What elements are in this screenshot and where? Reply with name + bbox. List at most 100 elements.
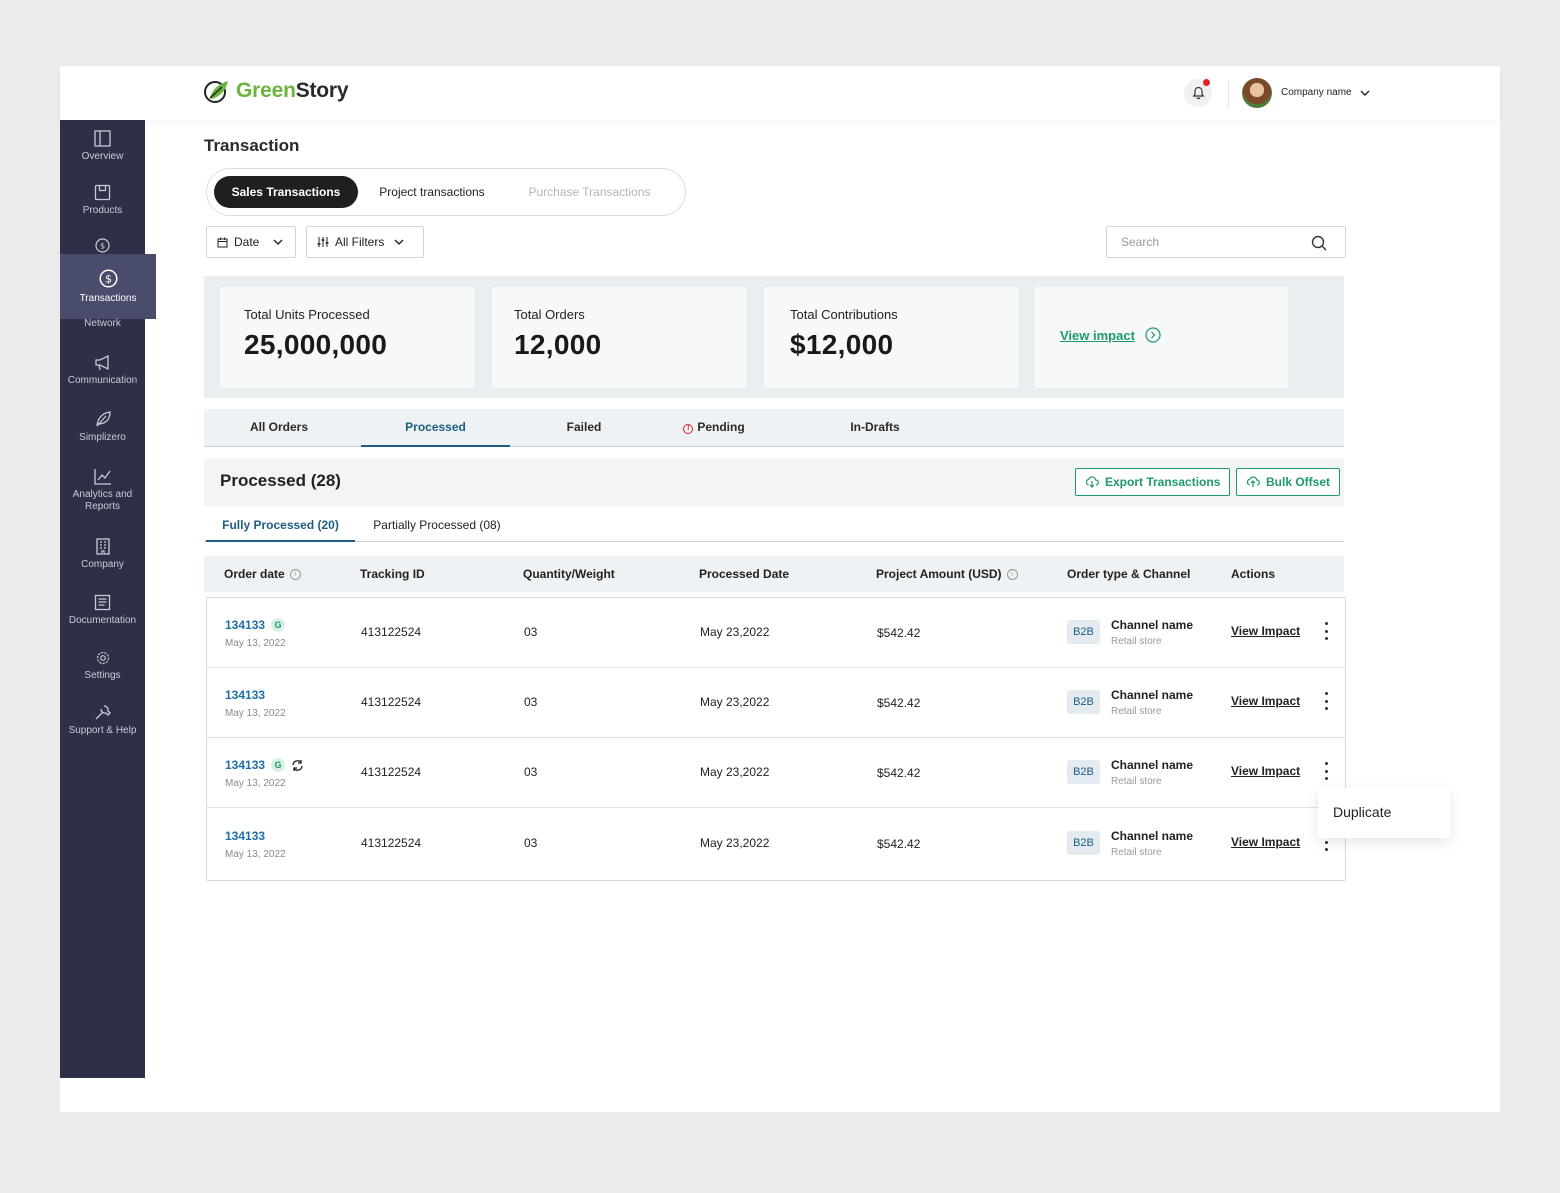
sidebar-item-documentation[interactable]: Documentation bbox=[60, 594, 145, 627]
sidebar-item-analytics[interactable]: Analytics and Reports bbox=[60, 468, 145, 513]
channel-name: Channel name bbox=[1111, 618, 1194, 632]
col-actions: Actions bbox=[1231, 567, 1276, 581]
stat-value: 25,000,000 bbox=[244, 329, 388, 360]
avatar[interactable] bbox=[1242, 78, 1272, 108]
quantity: 03 bbox=[524, 836, 538, 850]
view-impact-link[interactable]: View impact bbox=[1060, 327, 1161, 343]
sidebar-item-products[interactable]: Products bbox=[60, 184, 145, 217]
building-icon bbox=[95, 538, 110, 555]
brand-name-dark: Story bbox=[295, 79, 349, 102]
segment-purchase-transactions[interactable]: Purchase Transactions bbox=[517, 176, 662, 208]
processed-date: May 23,2022 bbox=[700, 836, 770, 850]
date-filter-label: Date bbox=[234, 235, 260, 249]
table-row[interactable]: 134133 May 13, 2022 413122524 03 May 23,… bbox=[207, 668, 1345, 738]
col-order-date[interactable]: Order date i bbox=[224, 556, 301, 592]
processed-subtabs: Fully Processed (20) Partially Processed… bbox=[204, 510, 1344, 542]
quantity: 03 bbox=[524, 625, 538, 639]
channel-name: Channel name bbox=[1111, 688, 1194, 702]
leaf-icon bbox=[95, 411, 111, 427]
view-impact-link[interactable]: View Impact bbox=[1231, 835, 1300, 849]
tab-failed[interactable]: Failed bbox=[510, 409, 658, 447]
sidebar-item-network[interactable]: Network bbox=[60, 318, 145, 330]
table-row[interactable]: 134133 G May 13, 2022 413122524 03 May 23… bbox=[207, 738, 1345, 808]
order-id-link[interactable]: 134133 bbox=[225, 829, 265, 843]
export-label: Export Transactions bbox=[1105, 475, 1221, 489]
sidebar-item-label: Analytics and Reports bbox=[72, 489, 133, 512]
g-badge: G bbox=[271, 758, 286, 772]
view-impact-link[interactable]: View Impact bbox=[1231, 694, 1300, 708]
info-icon[interactable]: i bbox=[289, 568, 301, 580]
tab-all-orders[interactable]: All Orders bbox=[204, 409, 354, 447]
export-transactions-button[interactable]: Export Transactions bbox=[1075, 468, 1231, 496]
sidebar-item-settings[interactable]: Settings bbox=[60, 650, 145, 682]
view-impact-link[interactable]: View Impact bbox=[1231, 624, 1300, 638]
segment-sales-transactions[interactable]: Sales Transactions bbox=[214, 176, 358, 208]
search-box bbox=[1106, 226, 1346, 258]
sidebar-item-label: Overview bbox=[81, 151, 124, 162]
view-impact-link[interactable]: View Impact bbox=[1231, 764, 1300, 778]
upload-cloud-icon bbox=[1246, 476, 1260, 487]
segment-project-transactions[interactable]: Project transactions bbox=[372, 176, 492, 208]
order-type-badge: B2B bbox=[1067, 690, 1100, 714]
search-input[interactable] bbox=[1121, 235, 1301, 249]
tab-processed[interactable]: Processed bbox=[361, 409, 510, 447]
sidebar-item-overview[interactable]: Overview bbox=[60, 130, 145, 163]
all-filters-button[interactable]: All Filters bbox=[306, 226, 424, 258]
table-row[interactable]: 134133 May 13, 2022 413122524 03 May 23,… bbox=[207, 809, 1345, 879]
table-header: Order date i Tracking ID Quantity/Weight … bbox=[204, 556, 1344, 592]
stat-label: Total Orders bbox=[514, 307, 585, 322]
notifications-button[interactable] bbox=[1184, 79, 1212, 107]
col-quantity[interactable]: Quantity/Weight bbox=[523, 556, 615, 592]
sidebar-item-company[interactable]: Company bbox=[60, 538, 145, 571]
section-header: Processed (28) Export Transactions Bulk … bbox=[204, 458, 1344, 506]
tab-pending[interactable]: ! Pending bbox=[658, 409, 770, 447]
col-order-type[interactable]: Order type & Channel bbox=[1067, 556, 1190, 592]
project-amount: $542.42 bbox=[877, 766, 921, 780]
table-row[interactable]: 134133 G May 13, 2022 413122524 03 May 23… bbox=[207, 598, 1345, 668]
chevron-down-icon bbox=[1360, 90, 1370, 96]
sidebar-item-simplizero[interactable]: Simplizero bbox=[60, 410, 145, 444]
bulk-offset-button[interactable]: Bulk Offset bbox=[1236, 468, 1341, 496]
brand-logo[interactable]: GreenStory bbox=[204, 78, 349, 104]
notification-dot bbox=[1203, 79, 1210, 86]
company-selector[interactable]: Company name bbox=[1281, 87, 1370, 98]
page-title: Transaction bbox=[204, 136, 300, 155]
order-id-link[interactable]: 134133 bbox=[225, 688, 265, 702]
order-id-link[interactable]: 134133 G bbox=[225, 618, 286, 632]
order-id-link[interactable]: 134133 G bbox=[225, 758, 304, 772]
tab-in-drafts[interactable]: In-Drafts bbox=[804, 409, 946, 447]
subtab-fully-processed[interactable]: Fully Processed (20) bbox=[206, 510, 355, 542]
menu-item-duplicate[interactable]: Duplicate bbox=[1333, 804, 1391, 820]
subtab-partially-processed[interactable]: Partially Processed (08) bbox=[364, 510, 510, 542]
panel-icon bbox=[94, 130, 111, 147]
col-project-amount[interactable]: Project Amount (USD) i bbox=[876, 556, 1018, 592]
sidebar-item-label: Transactions bbox=[79, 293, 137, 304]
date-filter[interactable]: Date bbox=[206, 226, 296, 258]
info-icon[interactable]: i bbox=[1006, 568, 1018, 580]
tools-icon bbox=[95, 705, 111, 720]
sidebar-item-label: Simplizero bbox=[79, 432, 126, 443]
transactions-table: 134133 G May 13, 2022 413122524 03 May 23… bbox=[206, 597, 1346, 881]
order-date: May 13, 2022 bbox=[225, 708, 286, 719]
tracking-id: 413122524 bbox=[361, 836, 422, 850]
sidebar-item-communication[interactable]: Communication bbox=[60, 354, 145, 387]
sidebar-item-label: Communication bbox=[67, 375, 138, 386]
sidebar-item-support[interactable]: Support & Help bbox=[60, 704, 145, 737]
stats-panel: Total Units Processed 25,000,000 Total O… bbox=[204, 276, 1344, 398]
chevron-down-icon bbox=[273, 239, 283, 245]
col-tracking-id[interactable]: Tracking ID bbox=[360, 556, 425, 592]
download-cloud-icon bbox=[1085, 476, 1099, 488]
col-processed-date[interactable]: Processed Date bbox=[699, 556, 789, 592]
line-chart-icon bbox=[93, 469, 111, 485]
more-actions-icon[interactable] bbox=[1319, 760, 1333, 782]
order-status-tabs: All Orders Processed Failed ! Pending In-… bbox=[204, 409, 1344, 447]
megaphone-icon bbox=[94, 354, 109, 371]
more-actions-icon[interactable] bbox=[1319, 690, 1333, 712]
more-actions-icon[interactable] bbox=[1319, 620, 1333, 642]
stat-value: 12,000 bbox=[514, 329, 602, 360]
dollar-circle-icon: $ bbox=[98, 269, 118, 288]
search-icon[interactable] bbox=[1311, 235, 1327, 251]
sidebar-item-transactions[interactable]: $ Transactions bbox=[60, 254, 156, 319]
greenstory-logo-icon bbox=[204, 81, 228, 103]
order-date: May 13, 2022 bbox=[225, 849, 286, 860]
